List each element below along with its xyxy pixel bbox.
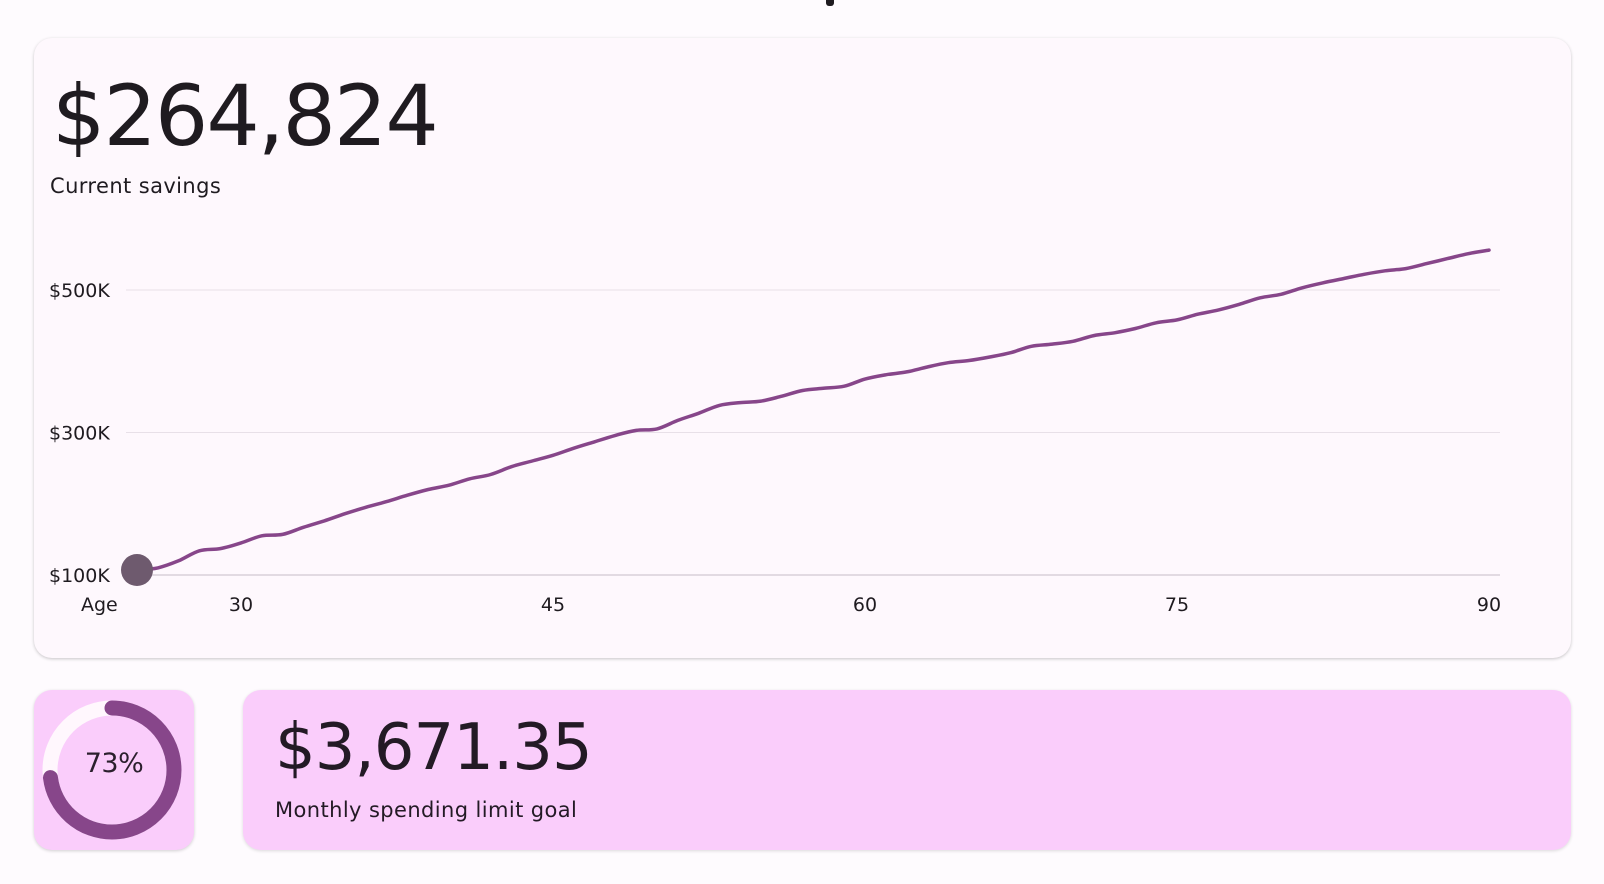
spending-progress-card[interactable]: 73% xyxy=(34,690,194,850)
x-axis-label: Age xyxy=(81,594,118,616)
x-tick-label: 30 xyxy=(229,594,253,616)
savings-card: $264,824 Current savings $100K $300K $500K… xyxy=(34,38,1571,658)
y-tick-label: $300K xyxy=(49,423,110,445)
monthly-spending-goal-card[interactable]: $3,671.35 Monthly spending limit goal xyxy=(243,690,1571,850)
x-tick-label: 90 xyxy=(1477,594,1501,616)
y-tick-label: $100K xyxy=(49,565,110,587)
chart-gridlines xyxy=(126,289,1500,576)
x-axis-ticks: Age 30 45 60 75 90 xyxy=(81,594,1501,616)
x-tick-label: 45 xyxy=(541,594,565,616)
savings-projection-chart: $100K $300K $500K Age 30 45 60 75 90 xyxy=(49,248,1501,616)
y-tick-label: $500K xyxy=(49,280,110,302)
monthly-spending-goal-amount: $3,671.35 xyxy=(275,711,593,785)
header-title-fragment xyxy=(826,0,834,6)
y-axis-ticks: $100K $300K $500K xyxy=(49,280,110,587)
savings-series-line xyxy=(135,248,1491,572)
spending-progress-percent: 73% xyxy=(84,748,144,779)
x-tick-label: 75 xyxy=(1165,594,1189,616)
monthly-spending-goal-label: Monthly spending limit goal xyxy=(275,798,578,822)
current-age-marker[interactable] xyxy=(121,554,153,587)
x-tick-label: 60 xyxy=(853,594,877,616)
